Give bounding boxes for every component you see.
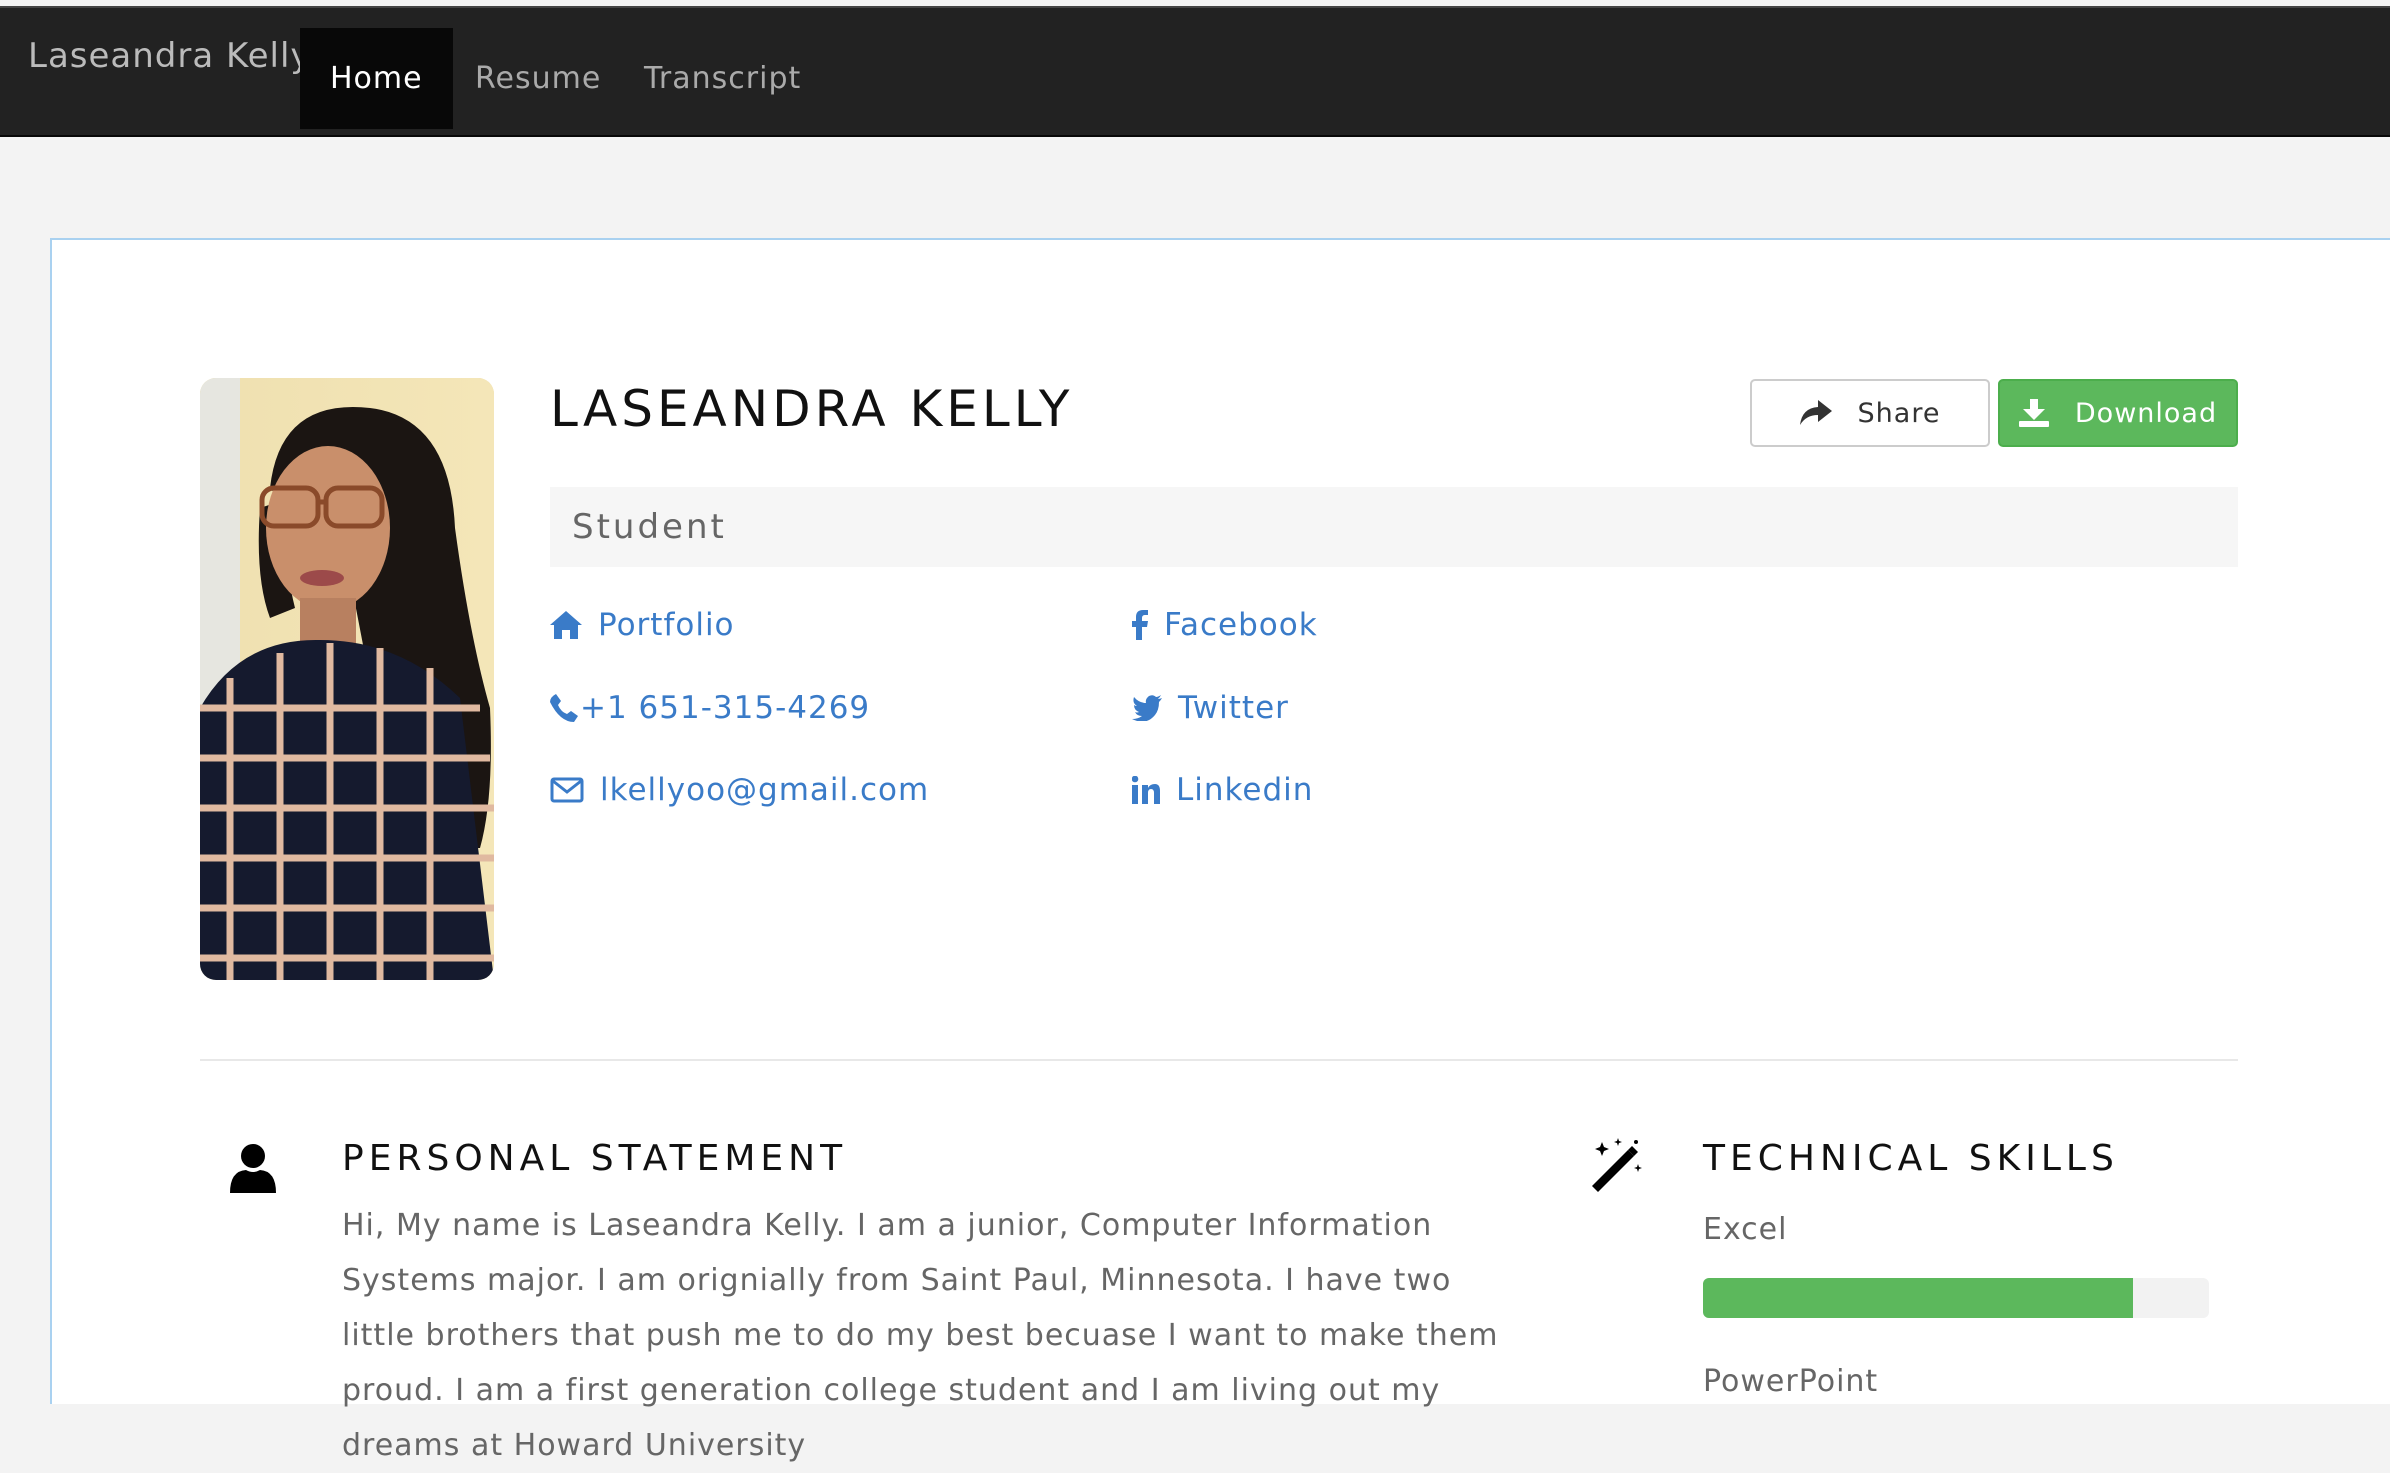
skill-progress-fill-excel — [1703, 1278, 2134, 1318]
section-divider — [200, 1059, 2238, 1061]
magic-wand-icon — [1588, 1138, 1644, 1198]
facebook-link[interactable]: Facebook — [1132, 607, 1318, 643]
skill-label-excel: Excel — [1703, 1212, 1788, 1247]
nav-item-resume[interactable]: Resume — [445, 28, 631, 129]
skill-progress-excel — [1703, 1278, 2209, 1318]
profile-name: LASEANDRA KELLY — [550, 380, 1074, 438]
email-link[interactable]: lkellyoo@gmail.com — [550, 772, 929, 808]
email-link-label: lkellyoo@gmail.com — [600, 772, 930, 808]
share-button-label: Share — [1857, 397, 1941, 429]
profile-photo-image — [200, 378, 494, 980]
top-navbar: Laseandra Kelly Home Resume Transcript — [0, 6, 2390, 137]
download-icon — [2018, 399, 2049, 427]
linkedin-link-label: Linkedin — [1176, 772, 1314, 808]
portfolio-link[interactable]: Portfolio — [550, 607, 735, 643]
phone-link-label: +1 651-315-4269 — [580, 690, 871, 726]
personal-statement-text: Hi, My name is Laseandra Kelly. I am a j… — [342, 1208, 1499, 1463]
download-button[interactable]: Download — [1998, 379, 2238, 447]
linkedin-icon — [1132, 776, 1160, 804]
twitter-link[interactable]: Twitter — [1132, 690, 1289, 726]
facebook-icon — [1132, 610, 1148, 640]
twitter-icon — [1132, 695, 1162, 721]
profile-title: Student — [550, 487, 2238, 567]
profile-photo — [200, 378, 494, 980]
share-icon — [1799, 400, 1832, 425]
home-icon — [550, 611, 582, 639]
envelope-icon — [550, 777, 584, 803]
user-icon — [230, 1143, 276, 1197]
nav-item-home[interactable]: Home — [300, 28, 453, 129]
phone-icon — [550, 694, 578, 722]
nav-item-transcript[interactable]: Transcript — [614, 28, 831, 129]
technical-skills-heading: TECHNICAL SKILLS — [1703, 1138, 2119, 1179]
portfolio-link-label: Portfolio — [598, 607, 735, 643]
phone-link[interactable]: +1 651-315-4269 — [550, 690, 870, 726]
navbar-brand[interactable]: Laseandra Kelly — [28, 36, 312, 76]
twitter-link-label: Twitter — [1178, 690, 1289, 726]
personal-statement-heading: PERSONAL STATEMENT — [342, 1138, 848, 1179]
linkedin-link[interactable]: Linkedin — [1132, 772, 1313, 808]
skill-label-powerpoint: PowerPoint — [1703, 1364, 1879, 1399]
download-button-label: Download — [2074, 397, 2218, 429]
facebook-link-label: Facebook — [1164, 607, 1318, 643]
share-button[interactable]: Share — [1750, 379, 1990, 447]
